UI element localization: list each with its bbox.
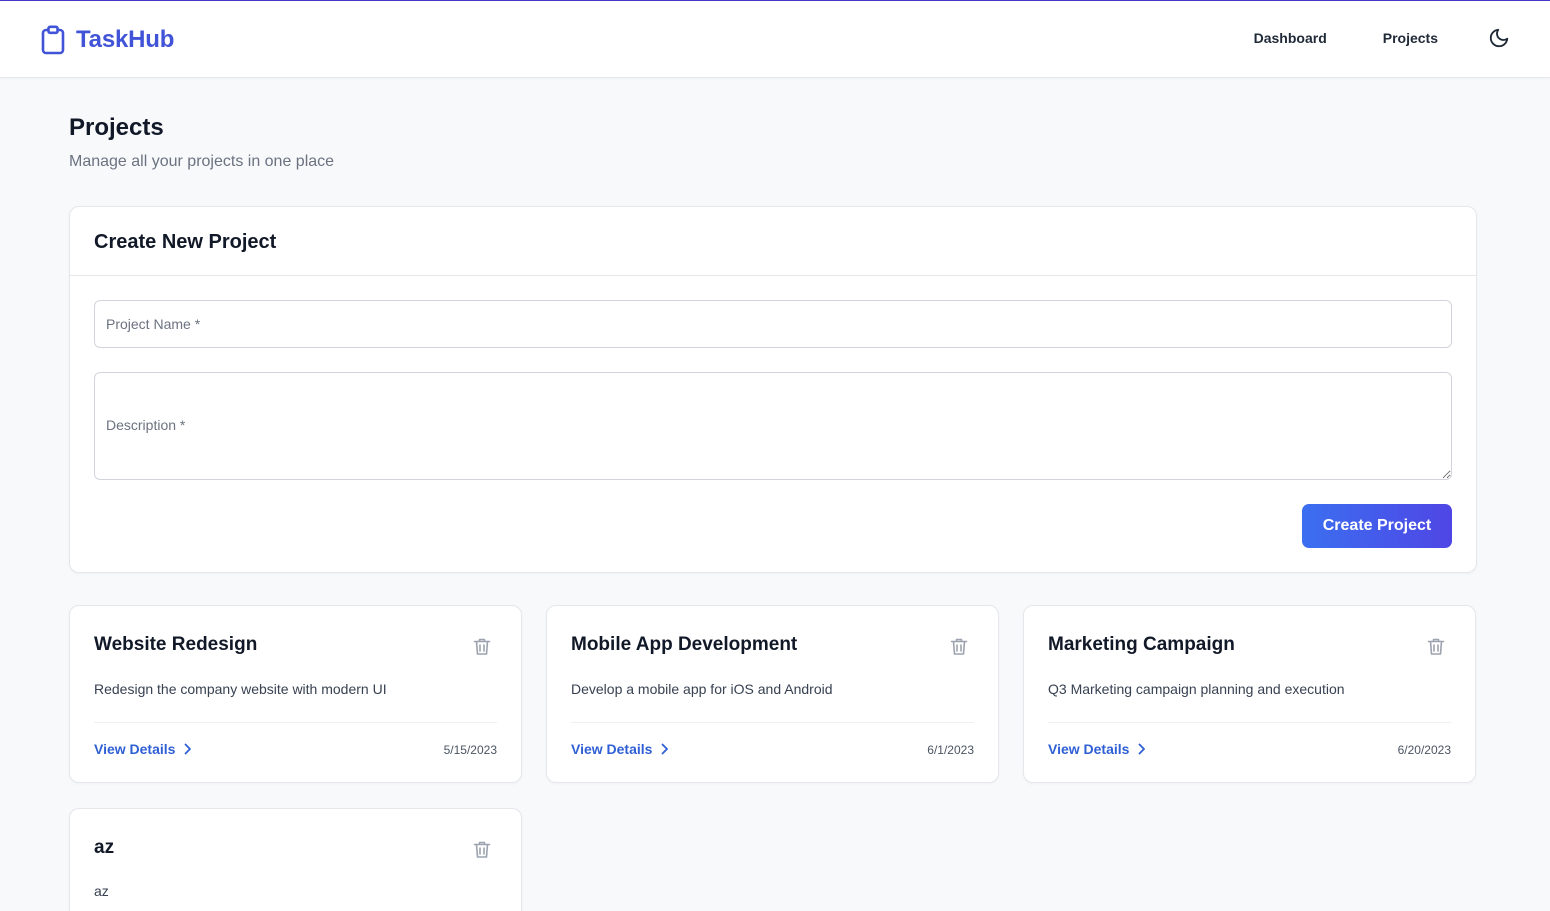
- view-details-link[interactable]: View Details: [571, 741, 669, 757]
- page-subtitle: Manage all your projects in one place: [69, 153, 335, 170]
- project-title: Website Redesign: [94, 634, 258, 655]
- project-title: az: [94, 837, 115, 858]
- project-date: 6/1/2023: [927, 743, 974, 757]
- view-details-link[interactable]: View Details: [94, 741, 192, 757]
- create-project-header: Create New Project: [70, 207, 1476, 276]
- create-project-card: Create New Project Create Project: [69, 206, 1477, 573]
- project-date: 5/15/2023: [443, 743, 497, 757]
- nav-projects[interactable]: Projects: [1383, 30, 1438, 46]
- view-details-label: View Details: [1048, 741, 1130, 757]
- project-description-input[interactable]: [94, 372, 1452, 480]
- card-divider: [1048, 722, 1451, 723]
- moon-icon[interactable]: [1488, 27, 1510, 49]
- main-nav: Dashboard Projects: [1254, 27, 1510, 49]
- project-description: Develop a mobile app for iOS and Android: [571, 681, 833, 697]
- project-description: Redesign the company website with modern…: [94, 681, 387, 697]
- card-divider: [571, 722, 974, 723]
- trash-icon[interactable]: [1427, 637, 1445, 656]
- card-divider: [94, 722, 497, 723]
- project-card: Mobile App Development Develop a mobile …: [546, 605, 999, 783]
- project-card: az az: [69, 808, 522, 911]
- chevron-right-icon: [662, 743, 669, 755]
- trash-icon[interactable]: [473, 840, 491, 859]
- nav-dashboard[interactable]: Dashboard: [1254, 30, 1327, 46]
- view-details-label: View Details: [571, 741, 653, 757]
- project-date: 6/20/2023: [1397, 743, 1451, 757]
- create-project-title: Create New Project: [94, 231, 277, 253]
- project-description: Q3 Marketing campaign planning and execu…: [1048, 681, 1345, 697]
- trash-icon[interactable]: [950, 637, 968, 656]
- project-card: Marketing Campaign Q3 Marketing campaign…: [1023, 605, 1476, 783]
- project-title: Mobile App Development: [571, 634, 798, 655]
- page-title: Projects: [69, 114, 164, 141]
- create-project-button[interactable]: Create Project: [1302, 504, 1452, 548]
- trash-icon[interactable]: [473, 637, 491, 656]
- project-card: Website Redesign Redesign the company we…: [69, 605, 522, 783]
- project-title: Marketing Campaign: [1048, 634, 1235, 655]
- top-navbar: TaskHub Dashboard Projects: [0, 0, 1550, 78]
- app-name: TaskHub: [76, 26, 175, 53]
- project-description: az: [94, 883, 109, 899]
- clipboard-icon: [40, 25, 66, 55]
- view-details-link[interactable]: View Details: [1048, 741, 1146, 757]
- brand-logo[interactable]: TaskHub: [40, 25, 174, 55]
- chevron-right-icon: [185, 743, 192, 755]
- project-name-input[interactable]: [94, 300, 1452, 348]
- chevron-right-icon: [1139, 743, 1146, 755]
- view-details-label: View Details: [94, 741, 176, 757]
